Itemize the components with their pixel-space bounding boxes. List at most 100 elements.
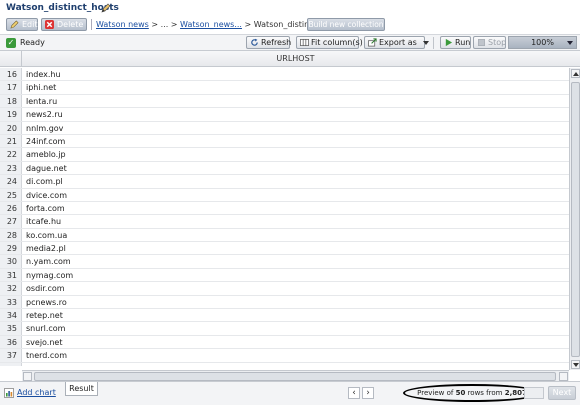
cell-urlhost[interactable]: n.yam.com: [26, 255, 71, 268]
fit-columns-label: Fit column(s): [311, 38, 363, 47]
cell-urlhost[interactable]: pcnews.ro: [26, 296, 67, 309]
breadcrumb-link-watson-news-parent[interactable]: Watson_news...: [180, 20, 242, 29]
export-as-label: Export as: [379, 38, 417, 47]
breadcrumb-separator: > ... >: [148, 20, 181, 29]
stop-button[interactable]: Stop: [473, 36, 506, 49]
cell-urlhost[interactable]: snurl.com: [26, 322, 65, 335]
cell-urlhost[interactable]: news2.ru: [26, 108, 63, 121]
row-number: 25: [0, 188, 22, 201]
table-row[interactable]: 16 index.hu: [0, 68, 569, 82]
next-button[interactable]: Next: [548, 386, 576, 400]
scroll-left-icon[interactable]: [23, 372, 32, 381]
table-row[interactable]: 29 media2.pl: [0, 242, 569, 256]
cell-urlhost[interactable]: ko.com.ua: [26, 229, 67, 242]
run-button[interactable]: Run: [440, 36, 471, 49]
add-chart-link[interactable]: Add chart: [4, 387, 56, 399]
zoom-value: 100%: [531, 38, 554, 47]
cell-urlhost[interactable]: index.hu: [26, 68, 61, 81]
table-row[interactable]: 26 forta.com: [0, 201, 569, 216]
tab-result[interactable]: Result: [65, 382, 98, 396]
table-row[interactable]: 28 ko.com.ua: [0, 228, 569, 243]
grid-rows: 16 index.hu 17 iphi.net 18 lenta.ru 19 news2.ru…: [0, 68, 569, 366]
cell-urlhost[interactable]: dvice.com: [26, 189, 67, 202]
add-chart-label: Add chart: [17, 388, 56, 397]
fit-columns-icon: [300, 38, 309, 47]
cell-urlhost[interactable]: nymag.com: [26, 269, 73, 282]
rename-pencil-icon[interactable]: [101, 3, 111, 13]
collection-header: Watson_distinct_hosts Edit Delete Watson…: [0, 0, 580, 34]
chart-icon: [4, 388, 14, 398]
row-number: 17: [0, 81, 22, 94]
cell-urlhost[interactable]: ameblo.jp: [26, 148, 66, 161]
column-header-urlhost[interactable]: URLHOST: [22, 51, 569, 67]
cell-urlhost[interactable]: 24inf.com: [26, 135, 65, 148]
table-row[interactable]: 30 n.yam.com: [0, 255, 569, 269]
table-row[interactable]: 20 nnlm.gov: [0, 121, 569, 135]
table-row[interactable]: 36 svejo.net: [0, 335, 569, 350]
table-row[interactable]: 32 osdir.com: [0, 282, 569, 296]
table-row[interactable]: 27 itcafe.hu: [0, 215, 569, 229]
delete-x-icon: [45, 20, 54, 29]
vertical-scrollbar[interactable]: [569, 68, 580, 370]
cell-urlhost[interactable]: iphi.net: [26, 81, 56, 94]
next-page-icon[interactable]: ›: [362, 387, 374, 399]
row-number-header: [0, 51, 22, 67]
table-row[interactable]: 21 24inf.com: [0, 134, 569, 149]
row-number: 19: [0, 108, 22, 121]
refresh-button[interactable]: Refresh: [246, 36, 292, 49]
stop-label: Stop: [488, 38, 507, 47]
row-number: 16: [0, 68, 22, 81]
table-row[interactable]: 33 pcnews.ro: [0, 295, 569, 310]
previous-page-icon[interactable]: ‹: [348, 387, 360, 399]
table-row[interactable]: 38: [0, 362, 569, 366]
page-number-field[interactable]: [524, 387, 544, 399]
cell-urlhost[interactable]: forta.com: [26, 202, 65, 215]
export-as-dropdown[interactable]: Export as: [364, 36, 430, 49]
breadcrumb-link-watson-news[interactable]: Watson news: [96, 20, 149, 29]
cell-urlhost[interactable]: dague.net: [26, 162, 67, 175]
cell-urlhost[interactable]: itcafe.hu: [26, 215, 61, 228]
row-number: 22: [0, 148, 22, 161]
cell-urlhost[interactable]: media2.pl: [26, 242, 66, 255]
table-row[interactable]: 34 retep.net: [0, 309, 569, 323]
table-row[interactable]: 37 tnerd.com: [0, 349, 569, 363]
table-row[interactable]: 17 iphi.net: [0, 81, 569, 95]
table-row[interactable]: 19 news2.ru: [0, 108, 569, 122]
table-row[interactable]: 24 di.com.pl: [0, 175, 569, 189]
table-row[interactable]: 18 lenta.ru: [0, 94, 569, 109]
row-number: 30: [0, 255, 22, 268]
scroll-right-icon[interactable]: [559, 372, 568, 381]
row-number: 32: [0, 282, 22, 295]
cell-urlhost[interactable]: di.com.pl: [26, 175, 63, 188]
edit-label: Edit: [22, 20, 38, 29]
cell-urlhost[interactable]: nnlm.gov: [26, 122, 63, 135]
cell-urlhost[interactable]: lenta.ru: [26, 95, 57, 108]
row-number: 37: [0, 349, 22, 362]
row-number: 28: [0, 228, 22, 242]
toolbar-divider: [433, 37, 434, 49]
cell-urlhost[interactable]: osdir.com: [26, 282, 65, 295]
row-number: 24: [0, 175, 22, 188]
scroll-down-icon[interactable]: [571, 360, 580, 369]
horizontal-scroll-thumb[interactable]: [34, 372, 556, 381]
edit-button[interactable]: Edit: [6, 18, 38, 31]
zoom-select[interactable]: 100%: [508, 36, 577, 49]
cell-urlhost[interactable]: svejo.net: [26, 336, 62, 349]
fit-columns-button[interactable]: Fit column(s): [296, 36, 363, 49]
table-row[interactable]: 35 snurl.com: [0, 322, 569, 336]
delete-label: Delete: [57, 20, 84, 29]
table-row[interactable]: 23 dague.net: [0, 161, 569, 176]
horizontal-scrollbar[interactable]: [22, 370, 569, 381]
row-number: 34: [0, 309, 22, 322]
table-row[interactable]: 22 ameblo.jp: [0, 148, 569, 162]
refresh-label: Refresh: [261, 38, 292, 47]
cell-urlhost[interactable]: tnerd.com: [26, 349, 67, 362]
cell-urlhost[interactable]: retep.net: [26, 309, 63, 322]
table-row[interactable]: 25 dvice.com: [0, 188, 569, 202]
table-row[interactable]: 31 nymag.com: [0, 268, 569, 283]
delete-button[interactable]: Delete: [41, 18, 87, 31]
scroll-up-icon[interactable]: [571, 69, 580, 78]
chevron-down-icon: [423, 40, 430, 45]
vertical-scroll-thumb[interactable]: [571, 82, 580, 357]
build-new-collection-button[interactable]: Build new collection: [307, 18, 385, 31]
